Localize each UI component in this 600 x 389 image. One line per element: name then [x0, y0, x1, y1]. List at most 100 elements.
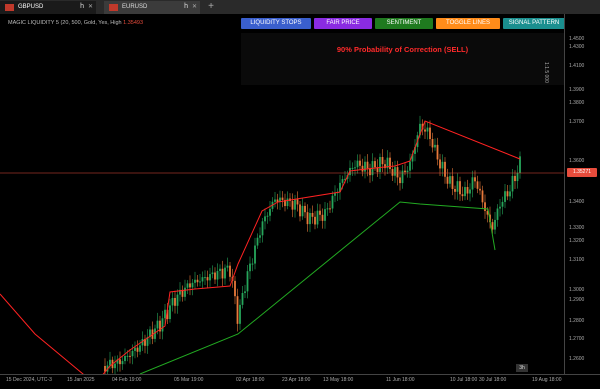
tab-gbpusd[interactable]: GBPUSD h ✕: [0, 1, 96, 14]
price-tick: 1.4100: [569, 63, 585, 69]
candle-body: [404, 170, 406, 173]
candle-body: [394, 167, 396, 176]
candle-body: [191, 282, 194, 288]
candle-body: [324, 209, 326, 221]
candle-body: [251, 263, 254, 265]
candle-body: [119, 359, 121, 365]
candle-body: [474, 177, 476, 182]
candle-body: [249, 263, 251, 272]
sentiment-button[interactable]: SENTIMENT: [375, 18, 433, 29]
candle-body: [219, 268, 221, 271]
candle-body: [504, 191, 506, 202]
candle-body: [131, 350, 134, 357]
time-tick: 13 May 18:00: [323, 377, 354, 383]
candle-body: [499, 206, 501, 209]
candle-body: [409, 161, 411, 171]
candle-body: [244, 291, 246, 294]
candle-body: [169, 305, 171, 320]
close-icon[interactable]: ✕: [192, 1, 197, 14]
price-tick: 1.3100: [569, 257, 585, 263]
candle-body: [516, 172, 519, 182]
signal-pattern-button[interactable]: SIGNAL PATTERN: [503, 18, 565, 29]
candle-body: [471, 177, 474, 190]
tab-label: EURUSD: [122, 4, 148, 10]
price-tick: 1.4300: [569, 44, 585, 50]
indicator-label: MAGIC LIQUIDITY 5 (20, 500, Gold, Yes, H…: [8, 20, 143, 26]
candle-body: [161, 318, 164, 332]
price-tick: 1.2900: [569, 297, 585, 303]
candle-body: [296, 199, 299, 205]
candle-body: [256, 237, 259, 246]
candle-body: [354, 167, 356, 169]
scale-label: 1:1.5 000: [543, 62, 549, 83]
tab-eurusd[interactable]: EURUSD h ✕: [104, 1, 200, 14]
time-tick: 11 Jun 18:00: [386, 377, 415, 383]
time-tick: 10 Jul 18:00: [450, 377, 478, 383]
candle-body: [126, 355, 129, 357]
candle-body: [484, 202, 486, 211]
candle-body: [444, 161, 446, 177]
candle-body: [236, 296, 239, 324]
candle-body: [509, 191, 511, 197]
candle-body: [491, 222, 494, 230]
candle-body: [351, 167, 354, 169]
tab-bar: GBPUSD h ✕ EURUSD h ✕ +: [0, 0, 600, 14]
flag-icon: [5, 4, 14, 11]
price-tick: 1.2600: [569, 356, 585, 362]
time-tick: 05 Mar 19:00: [174, 377, 204, 383]
price-tick: 1.3700: [569, 119, 585, 125]
candle-body: [294, 199, 296, 210]
candle-body: [199, 281, 201, 283]
indicator-name: MAGIC LIQUIDITY 5 (20, 500, Gold, Yes, H…: [8, 20, 122, 26]
candle-body: [281, 197, 284, 200]
candle-body: [356, 160, 359, 168]
candle-body: [514, 175, 516, 182]
candle-body: [374, 161, 376, 168]
candle-body: [369, 168, 371, 176]
candle-body: [204, 277, 206, 279]
price-tick: 1.3900: [569, 87, 585, 93]
price-axis[interactable]: 1.4500 1.4300 1.4100 1.3900 1.3800 1.3700 1.36…: [564, 14, 600, 374]
candle-body: [406, 170, 409, 173]
candle-body: [389, 157, 391, 170]
time-tick: 02 Apr 18:00: [236, 377, 265, 383]
fair-price-button[interactable]: FAIR PRICE: [314, 18, 372, 29]
candle-body: [334, 193, 336, 196]
price-tick: 1.3200: [569, 238, 585, 244]
price-tick: 1.3300: [569, 225, 585, 231]
liquidity-stops-button[interactable]: LIQUIDITY STOPS: [241, 18, 311, 29]
candle-body: [239, 304, 241, 324]
candle-body: [364, 161, 366, 172]
price-tick: 1.2800: [569, 318, 585, 324]
candle-body: [241, 293, 244, 305]
candle-body: [274, 199, 276, 202]
candle-body: [429, 127, 431, 140]
indicator-value: 1.35493: [123, 20, 144, 26]
candle-body: [216, 270, 219, 280]
current-price-tag: 1.35271: [567, 168, 597, 177]
candle-body: [434, 144, 436, 148]
new-tab-button[interactable]: +: [205, 1, 217, 13]
candle-body: [459, 181, 461, 195]
candle-body: [456, 181, 459, 192]
candle-body: [449, 176, 451, 184]
candle-body: [229, 265, 231, 277]
candle-body: [186, 283, 189, 288]
candle-body: [211, 272, 214, 275]
close-icon[interactable]: ✕: [88, 1, 93, 14]
candle-body: [109, 359, 111, 366]
candle-body: [311, 212, 314, 217]
toggle-lines-button[interactable]: TOGGLE LINES: [436, 18, 500, 29]
timeframe-badge[interactable]: 3h: [516, 364, 528, 372]
candle-body: [174, 297, 176, 306]
candle-body: [214, 272, 216, 280]
candle-body: [314, 216, 316, 225]
candle-body: [391, 169, 394, 176]
time-axis[interactable]: 15 Dec 2024, UTC-3 15 Jan 2025 04 Feb 19:0…: [0, 374, 600, 389]
candle-body: [121, 361, 124, 365]
price-tick: 1.3400: [569, 199, 585, 205]
candle-body: [401, 170, 404, 184]
candle-body: [379, 157, 381, 172]
candle-body: [156, 320, 159, 329]
flag-icon: [109, 4, 118, 11]
